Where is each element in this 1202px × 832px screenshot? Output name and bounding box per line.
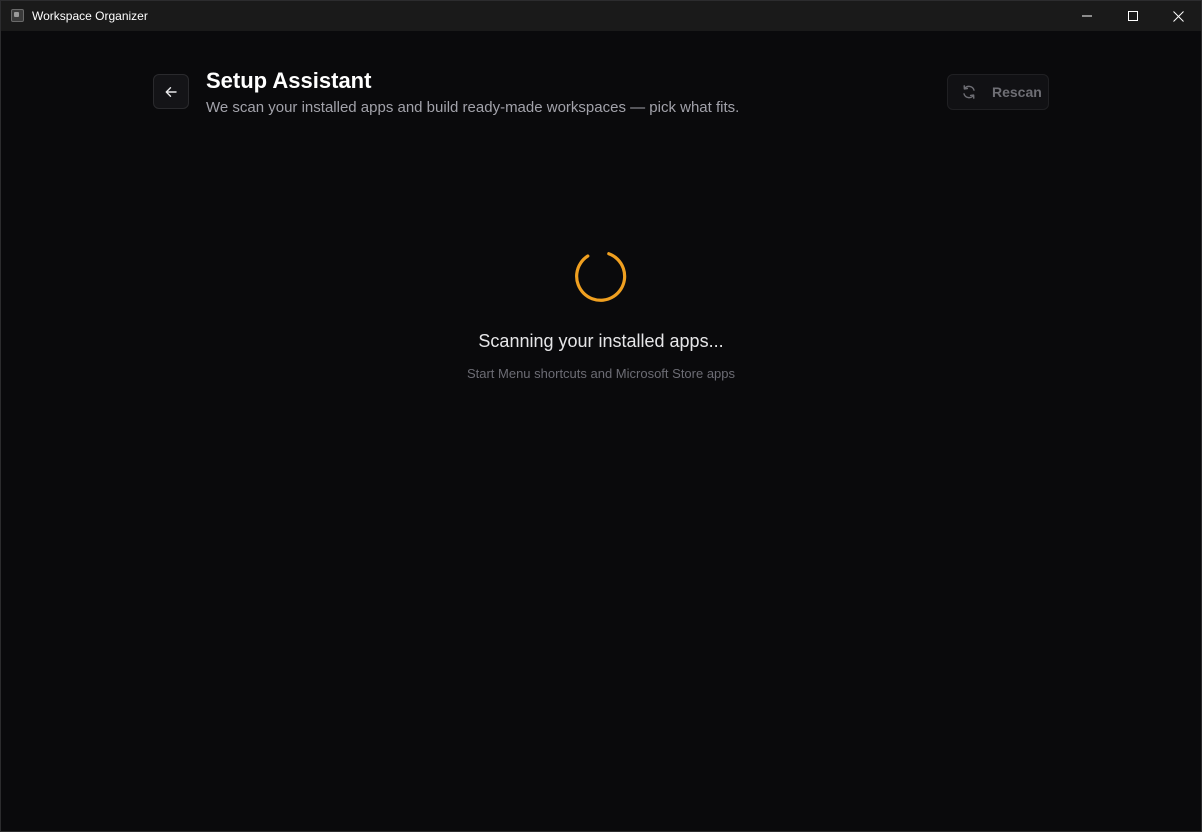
maximize-icon bbox=[1128, 11, 1138, 21]
app-window: Workspace Organizer Setup Assistant We s… bbox=[0, 0, 1202, 832]
maximize-button[interactable] bbox=[1110, 1, 1156, 31]
loading-title: Scanning your installed apps... bbox=[478, 331, 724, 351]
close-icon bbox=[1172, 10, 1184, 22]
rescan-label: Rescan bbox=[992, 84, 1042, 100]
minimize-icon bbox=[1082, 15, 1092, 17]
window-title: Workspace Organizer bbox=[32, 9, 148, 23]
close-button[interactable] bbox=[1155, 1, 1201, 31]
loading-subtitle: Start Menu shortcuts and Microsoft Store… bbox=[466, 366, 736, 381]
minimize-button[interactable] bbox=[1064, 1, 1110, 31]
rescan-button[interactable]: Rescan bbox=[947, 74, 1049, 110]
loading-spinner-icon bbox=[575, 252, 627, 302]
page-title: Setup Assistant bbox=[206, 68, 372, 93]
refresh-icon bbox=[963, 85, 975, 99]
arrow-left-icon bbox=[165, 86, 177, 97]
back-button[interactable] bbox=[153, 74, 189, 109]
page-subtitle: We scan your installed apps and build re… bbox=[206, 99, 740, 116]
title-bar[interactable]: Workspace Organizer bbox=[1, 1, 1201, 31]
app-icon bbox=[11, 9, 24, 22]
